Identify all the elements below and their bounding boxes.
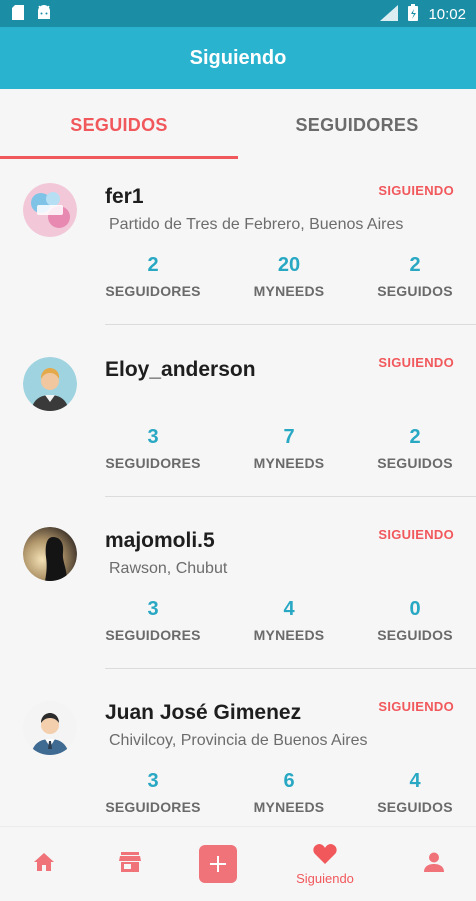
- username[interactable]: majomoli.5: [105, 529, 215, 553]
- myneeds-count: 6: [283, 770, 295, 792]
- myneeds-stat: 4 MYNEEDS: [219, 598, 359, 643]
- myneeds-count: 7: [283, 426, 295, 448]
- following-label: SEGUIDOS: [377, 799, 453, 815]
- myneeds-stat: 20 MYNEEDS: [219, 254, 359, 299]
- list-item[interactable]: Eloy_anderson SIGUIENDO 3 SEGUIDORES 7 M…: [0, 333, 476, 505]
- user-list: fer1 SIGUIENDO Partido de Tres de Febrer…: [0, 161, 476, 826]
- add-icon: [199, 845, 237, 883]
- nav-profile[interactable]: [410, 827, 458, 901]
- following-label: SEGUIDOS: [377, 455, 453, 471]
- followers-label: SEGUIDORES: [105, 799, 201, 815]
- user-location: Chivilcoy, Provincia de Buenos Aires: [109, 732, 368, 749]
- username[interactable]: fer1: [105, 185, 144, 209]
- following-stat: 2 SEGUIDOS: [345, 254, 476, 299]
- profile-icon: [424, 852, 444, 877]
- list-item[interactable]: majomoli.5 SIGUIENDO Rawson, Chubut 3 SE…: [0, 505, 476, 677]
- tab-indicator: [0, 156, 238, 159]
- avatar[interactable]: [23, 701, 77, 755]
- nav-store[interactable]: [106, 827, 154, 901]
- following-button[interactable]: SIGUIENDO: [378, 355, 454, 370]
- tab-bar: SEGUIDOS SEGUIDORES: [0, 89, 476, 161]
- page-title: Siguiendo: [189, 46, 287, 69]
- username[interactable]: Juan José Gimenez: [105, 701, 301, 725]
- myneeds-label: MYNEEDS: [253, 627, 325, 643]
- tab-seguidores[interactable]: SEGUIDORES: [238, 89, 476, 161]
- avatar[interactable]: [23, 183, 77, 237]
- followers-count: 3: [147, 598, 159, 620]
- following-button[interactable]: SIGUIENDO: [378, 527, 454, 542]
- home-icon: [33, 852, 55, 877]
- following-count: 4: [409, 770, 421, 792]
- avatar[interactable]: [23, 357, 77, 411]
- myneeds-count: 20: [277, 254, 301, 276]
- sd-card-icon: [12, 5, 24, 25]
- user-location: Partido de Tres de Febrero, Buenos Aires: [109, 216, 404, 233]
- bottom-nav: Siguiendo: [0, 826, 476, 901]
- followers-stat: 3 SEGUIDORES: [83, 426, 223, 471]
- followers-stat: 2 SEGUIDORES: [83, 254, 223, 299]
- username[interactable]: Eloy_anderson: [105, 358, 256, 382]
- following-label: SEGUIDOS: [377, 627, 453, 643]
- myneeds-stat: 6 MYNEEDS: [219, 770, 359, 815]
- status-time: 10:02: [428, 6, 466, 23]
- list-item[interactable]: fer1 SIGUIENDO Partido de Tres de Febrer…: [0, 161, 476, 333]
- myneeds-label: MYNEEDS: [253, 455, 325, 471]
- following-count: 2: [409, 254, 421, 276]
- myneeds-label: MYNEEDS: [253, 283, 325, 299]
- following-button[interactable]: SIGUIENDO: [378, 699, 454, 714]
- followers-count: 2: [147, 254, 159, 276]
- divider: [105, 496, 476, 497]
- tab-seguidos[interactable]: SEGUIDOS: [0, 89, 238, 161]
- user-location: Rawson, Chubut: [109, 560, 228, 577]
- signal-icon: [380, 4, 399, 25]
- following-count: 0: [409, 598, 421, 620]
- nav-home[interactable]: [20, 827, 68, 901]
- followers-label: SEGUIDORES: [105, 283, 201, 299]
- myneeds-count: 4: [283, 598, 295, 620]
- myneeds-label: MYNEEDS: [253, 799, 325, 815]
- nav-add[interactable]: [194, 827, 242, 901]
- avatar[interactable]: [23, 527, 77, 581]
- nav-siguiendo-label: Siguiendo: [296, 870, 354, 886]
- status-bar: 10:02: [0, 0, 476, 27]
- following-label: SEGUIDOS: [377, 283, 453, 299]
- followers-label: SEGUIDORES: [105, 627, 201, 643]
- following-stat: 4 SEGUIDOS: [345, 770, 476, 815]
- followers-stat: 3 SEGUIDORES: [83, 770, 223, 815]
- followers-count: 3: [147, 426, 159, 448]
- battery-icon: [408, 4, 419, 25]
- list-item[interactable]: Juan José Gimenez SIGUIENDO Chivilcoy, P…: [0, 677, 476, 826]
- following-stat: 2 SEGUIDOS: [345, 426, 476, 471]
- following-count: 2: [409, 426, 421, 448]
- heart-icon: [313, 843, 337, 869]
- app-bar: Siguiendo: [0, 27, 476, 89]
- store-icon: [119, 851, 141, 877]
- followers-count: 3: [147, 770, 159, 792]
- followers-label: SEGUIDORES: [105, 455, 201, 471]
- divider: [105, 324, 476, 325]
- following-stat: 0 SEGUIDOS: [345, 598, 476, 643]
- followers-stat: 3 SEGUIDORES: [83, 598, 223, 643]
- android-icon: [36, 5, 52, 25]
- nav-siguiendo[interactable]: Siguiendo: [282, 827, 368, 901]
- divider: [105, 668, 476, 669]
- myneeds-stat: 7 MYNEEDS: [219, 426, 359, 471]
- following-button[interactable]: SIGUIENDO: [378, 183, 454, 198]
